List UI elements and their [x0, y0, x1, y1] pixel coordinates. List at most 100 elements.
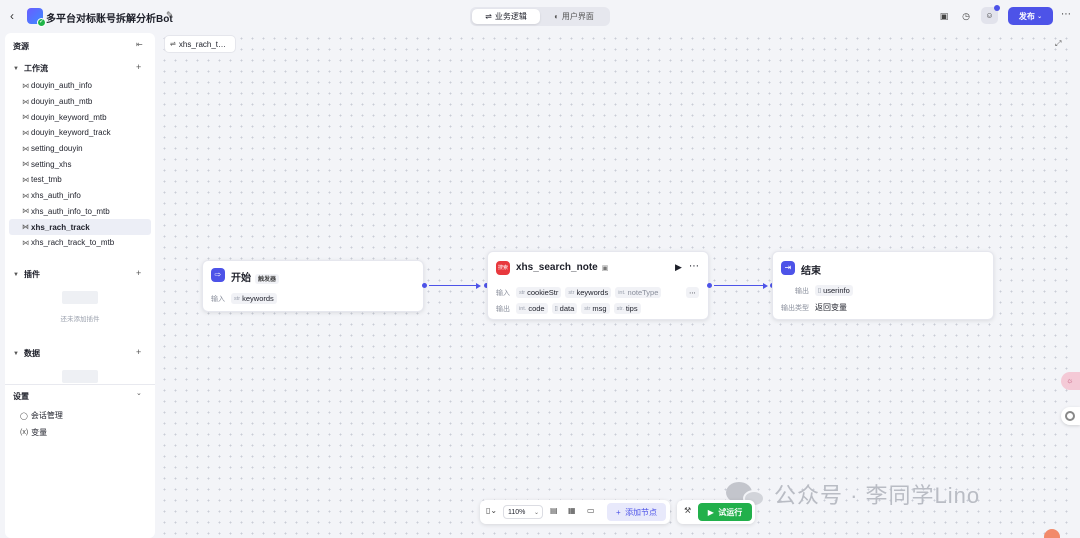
edit-icon[interactable]: ✎	[166, 10, 174, 21]
top-header: ‹ ✓ 多平台对标账号拆解分析Bot ✎ ⇌ 业务逻辑 ◐ 用户界面 ▣ ◷ ☺ 发…	[0, 0, 1080, 32]
output-var-chip: [] userinfo	[815, 285, 853, 296]
workflow-list: ⋈ douyin_auth_info ⋈ douyin_auth_mtb ⋈ douyin…	[9, 78, 151, 251]
minimap-icon[interactable]: ▭	[587, 506, 595, 515]
output-var-chip: [] data	[551, 303, 578, 314]
resource-sidebar: 资源 ⇤ ▼ 工作流 + ⋈ douyin_auth_info ⋈ douyin_aut…	[5, 33, 155, 538]
workflow-item[interactable]: ⋈ douyin_auth_info	[9, 78, 151, 94]
workflow-icon: ⋈	[22, 82, 29, 90]
flow-icon: ⇌	[485, 12, 492, 21]
preview-icon[interactable]: ▣	[938, 10, 950, 22]
workflow-item[interactable]: ⋈ xhs_auth_info_to_mtb	[9, 204, 151, 220]
settings-item-conversation[interactable]: ◯ 会话管理	[20, 410, 63, 421]
add-data-button[interactable]: +	[136, 347, 141, 357]
variable-icon: (x)	[20, 429, 29, 436]
section-data[interactable]: ▼ 数据	[13, 348, 40, 359]
assistant-float-icon[interactable]	[1061, 407, 1080, 425]
workflow-item-label: xhs_auth_info_to_mtb	[31, 206, 110, 216]
section-workflow[interactable]: ▼ 工作流	[13, 63, 48, 74]
workflow-item-label: douyin_auth_info	[31, 81, 92, 91]
workflow-item-label: xhs_auth_info	[31, 191, 81, 201]
workflow-item[interactable]: ⋈ douyin_auth_mtb	[9, 94, 151, 110]
workflow-item-label: douyin_keyword_track	[31, 128, 111, 138]
workflow-item[interactable]: ⋈ setting_xhs	[9, 156, 151, 172]
more-icon[interactable]: ⋯	[1061, 9, 1071, 20]
published-check-icon: ✓	[37, 18, 46, 27]
workflow-icon: ⋈	[22, 208, 29, 216]
workflow-icon: ⋈	[22, 224, 29, 232]
feedback-float-icon[interactable]	[1044, 529, 1060, 538]
publish-button[interactable]: 发布 ⌄	[1008, 7, 1053, 25]
comment-icon[interactable]: ▤	[550, 506, 558, 515]
start-output-port[interactable]	[422, 283, 427, 288]
workflow-icon: ⋈	[22, 239, 29, 247]
add-node-button[interactable]: + 添加节点	[607, 503, 666, 521]
workflow-item[interactable]: ⋈ setting_douyin	[9, 141, 151, 157]
mouse-mode-icon[interactable]: ▯⌄	[486, 506, 497, 515]
end-icon: ⇥	[781, 261, 795, 275]
canvas-tab[interactable]: ⇌ xhs_rach_t…	[165, 36, 235, 52]
collaborators-button[interactable]: ☺	[981, 5, 1000, 24]
plugin-node[interactable]: 搜索 xhs_search_note ▣ ▶ ⋯ 输入 str cookieStr …	[487, 251, 709, 320]
start-node[interactable]: ⇨ 开始 触发器 输入 str keywords	[202, 260, 424, 312]
end-output-row: 输出 [] userinfo	[795, 285, 857, 296]
chevron-down-icon: ⌄	[533, 509, 539, 516]
tab-user-interface[interactable]: ◐ 用户界面	[540, 9, 608, 24]
output-label: 输出	[496, 305, 510, 313]
workflow-item-label: xhs_rach_track_to_mtb	[31, 238, 115, 248]
run-node-icon[interactable]: ▶	[675, 262, 682, 273]
sidebar-title: 资源	[13, 42, 29, 51]
workflow-item[interactable]: ⋈ douyin_keyword_mtb	[9, 109, 151, 125]
edge-arrow-icon	[476, 282, 481, 289]
workflow-item[interactable]: ⋈ test_tmb	[9, 172, 151, 188]
workflow-canvas[interactable]: ⇌ xhs_rach_t… ⤢ ⇨ 开始 触发器 输入 str keywords 搜索…	[159, 33, 1074, 538]
output-var-chip: str msg	[581, 303, 610, 314]
workflow-icon: ⋈	[22, 192, 29, 200]
workflow-icon: ⋈	[22, 176, 29, 184]
workflow-item[interactable]: ⋈ xhs_rach_track_to_mtb	[9, 235, 151, 251]
section-plugin[interactable]: ▼ 插件	[13, 269, 40, 280]
output-label: 输出	[795, 287, 809, 295]
chat-icon: ◯	[20, 412, 28, 420]
empty-data-illustration	[62, 370, 98, 383]
output-type-value: 返回变量	[815, 303, 847, 312]
collapse-sidebar-icon[interactable]: ⇤	[136, 40, 143, 49]
history-icon[interactable]: ◷	[960, 10, 972, 22]
node-more-icon[interactable]: ⋯	[689, 261, 699, 272]
zoom-select[interactable]: 110% ⌄	[503, 505, 543, 519]
plugin-output-port[interactable]	[707, 283, 712, 288]
workflow-icon: ⇌	[170, 41, 176, 48]
edge-arrow-icon	[763, 282, 768, 289]
workflow-item-label: xhs_rach_track	[31, 222, 90, 232]
workflow-item-label: test_tmb	[31, 175, 62, 185]
plus-icon: +	[615, 507, 626, 517]
output-type-label: 输出类型	[781, 304, 809, 312]
workflow-icon: ⋈	[22, 145, 29, 153]
plugin-empty-text: 还未添加插件	[60, 316, 100, 323]
edge-start-to-plugin	[429, 285, 477, 286]
debug-icon[interactable]: ⚒	[684, 506, 691, 515]
input-label: 输入	[211, 295, 225, 303]
workflow-item-label: setting_xhs	[31, 159, 72, 169]
end-node[interactable]: ⇥ 结束 输出 [] userinfo 输出类型 返回变量	[772, 251, 994, 320]
chevron-down-icon[interactable]: ⌄	[136, 389, 142, 397]
workflow-item[interactable]: ⋈ xhs_auth_info	[9, 188, 151, 204]
plugin-info-icon: ▣	[601, 265, 609, 272]
fullscreen-icon[interactable]: ⤢	[1055, 39, 1061, 49]
translate-float-icon[interactable]: ☼	[1061, 372, 1080, 390]
section-settings[interactable]: 设置	[13, 391, 29, 402]
add-plugin-button[interactable]: +	[136, 268, 141, 278]
output-var-chip: str. tips	[613, 303, 641, 314]
end-node-title: 结束	[801, 266, 821, 277]
back-arrow-icon[interactable]: ‹	[10, 9, 22, 23]
canvas-toolbar: ▯⌄ 110% ⌄ ▤ ▦ ▭ + 添加节点	[480, 500, 670, 524]
tab-business-logic[interactable]: ⇌ 业务逻辑	[472, 9, 540, 24]
input-var-chip: str keywords	[231, 293, 277, 304]
workflow-item[interactable]: ⋈ xhs_rach_track	[9, 219, 151, 235]
end-output-type-row: 输出类型 返回变量	[781, 302, 847, 313]
settings-item-variables[interactable]: (x) 变量	[20, 427, 47, 438]
test-run-button[interactable]: ▶ 试运行	[698, 503, 752, 521]
auto-layout-icon[interactable]: ▦	[568, 506, 576, 515]
add-workflow-button[interactable]: +	[136, 62, 141, 72]
more-inputs-icon[interactable]: ⋯	[686, 287, 699, 298]
workflow-item[interactable]: ⋈ douyin_keyword_track	[9, 125, 151, 141]
